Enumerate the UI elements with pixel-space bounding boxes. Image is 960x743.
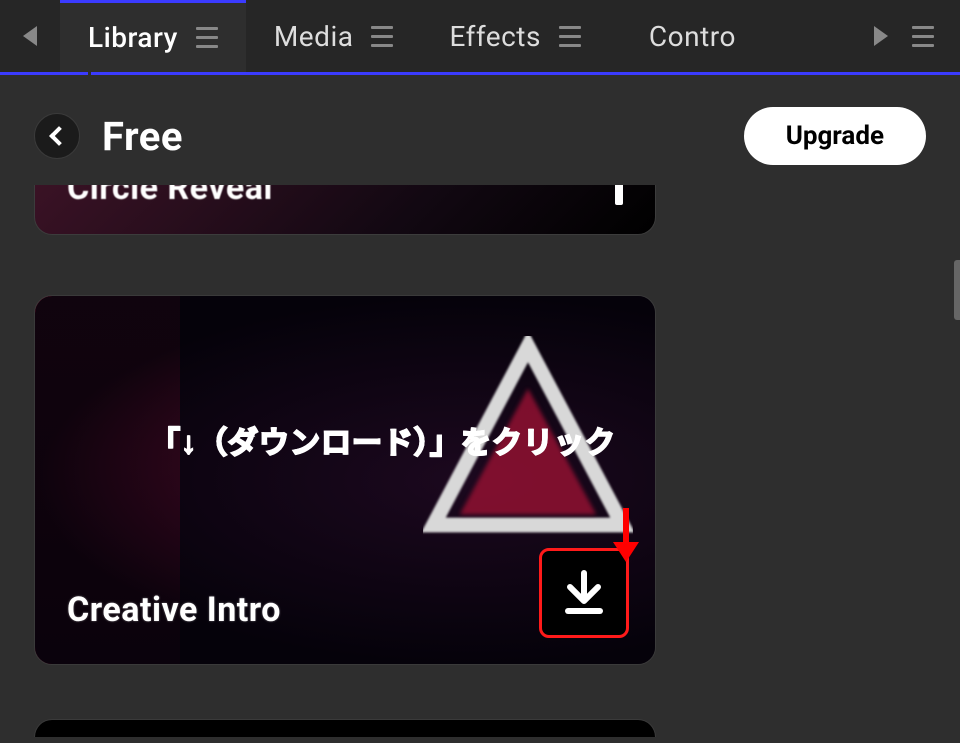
annotation-label: 「↓（ダウンロード）」をクリック: [150, 418, 616, 462]
template-title: Circle Reveal: [67, 185, 273, 205]
app-frame: Library Media Effects Contro Free Upgrad…: [0, 0, 960, 743]
grip-icon: [196, 27, 218, 48]
back-button[interactable]: [34, 113, 80, 159]
template-card-next[interactable]: [34, 719, 656, 737]
template-card-prev[interactable]: Circle Reveal: [34, 185, 656, 235]
annotation-arrow-icon: [613, 508, 639, 566]
template-card-creative-intro[interactable]: Creative Intro: [34, 295, 656, 665]
info-icon: [615, 185, 623, 205]
tab-effects[interactable]: Effects: [421, 0, 608, 72]
grip-icon: [371, 26, 393, 47]
template-title: Creative Intro: [67, 590, 281, 630]
tab-scroll-right[interactable]: [874, 0, 960, 72]
page-title: Free: [102, 113, 183, 160]
grip-icon: [559, 26, 581, 47]
tab-label: Contro: [649, 20, 736, 53]
header-row: Free Upgrade: [0, 75, 960, 185]
download-icon: [560, 569, 608, 617]
scrollbar-thumb[interactable]: [954, 260, 960, 320]
chevron-left-icon: [49, 126, 69, 146]
chevron-right-icon: [874, 26, 888, 46]
tab-library[interactable]: Library: [60, 0, 246, 72]
tab-controls[interactable]: Contro: [609, 0, 874, 72]
grip-icon: [912, 26, 934, 47]
tab-label: Effects: [449, 20, 540, 53]
tab-bar: Library Media Effects Contro: [0, 0, 960, 75]
upgrade-button[interactable]: Upgrade: [744, 107, 926, 165]
tab-label: Library: [88, 21, 178, 54]
tab-label: Media: [274, 20, 354, 53]
chevron-left-icon: [23, 26, 37, 46]
tab-media[interactable]: Media: [246, 0, 422, 72]
tab-scroll-left[interactable]: [0, 0, 60, 72]
